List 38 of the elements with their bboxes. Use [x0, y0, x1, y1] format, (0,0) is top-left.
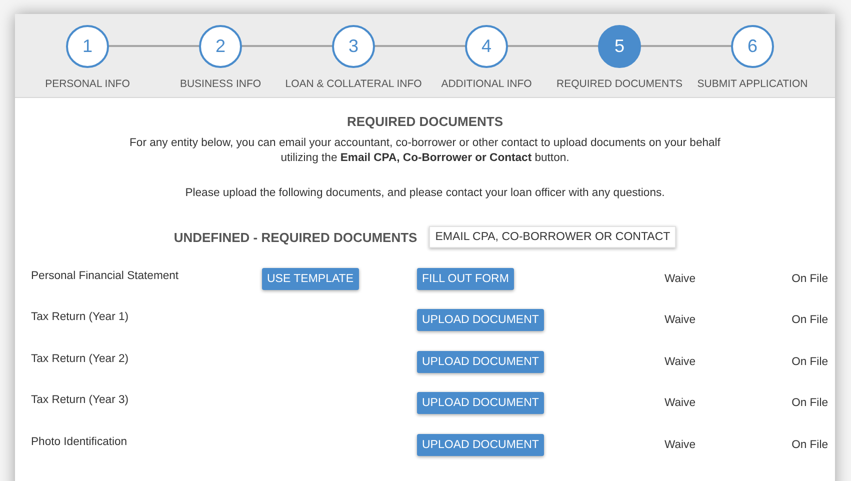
- waive-option[interactable]: Waive: [664, 438, 696, 451]
- section-title: REQUIRED DOCUMENTS: [346, 114, 503, 129]
- step-label: PERSONAL INFO: [45, 78, 130, 90]
- step-circle[interactable]: 1: [66, 25, 109, 68]
- intro-paragraph: For any entity below, you can email your accountant, co-borrower or other contact to upload documents on your behalf utilizing the Email CPA, Co-Borrower or Contact button.: [128, 136, 722, 166]
- step-circle[interactable]: 5: [598, 25, 641, 68]
- waive-option[interactable]: Waive: [664, 356, 696, 368]
- action-button[interactable]: UPLOAD DOCUMENT: [417, 392, 544, 414]
- on-file-option[interactable]: On File: [792, 397, 828, 410]
- document-name: Tax Return (Year 2): [31, 352, 130, 365]
- action-button[interactable]: UPLOAD DOCUMENT: [417, 434, 544, 456]
- step-circle[interactable]: 2: [199, 25, 242, 68]
- on-file-option[interactable]: On File: [792, 356, 828, 368]
- on-file-option[interactable]: On File: [792, 438, 828, 451]
- waive-option[interactable]: Waive: [664, 314, 696, 326]
- document-name: Tax Return (Year 1): [31, 311, 130, 324]
- group-heading: UNDEFINED - REQUIRED DOCUMENTS: [174, 230, 418, 244]
- step-label: ADDITIONAL INFO: [441, 78, 532, 90]
- email-contact-button[interactable]: EMAIL CPA, CO-BORROWER OR CONTACT: [429, 226, 676, 248]
- step-circle[interactable]: 6: [731, 25, 774, 68]
- instruction-text: Please upload the following documents, and please contact your loan officer with any questions.: [185, 187, 665, 199]
- waive-option[interactable]: Waive: [664, 397, 696, 410]
- on-file-option[interactable]: On File: [792, 272, 828, 285]
- step-label: BUSINESS INFO: [180, 78, 262, 90]
- on-file-option[interactable]: On File: [792, 314, 828, 326]
- action-button[interactable]: FILL OUT FORM: [417, 268, 514, 290]
- document-name: Personal Financial Statement: [31, 270, 180, 282]
- waive-option[interactable]: Waive: [664, 272, 696, 285]
- step-label: SUBMIT APPLICATION: [697, 78, 808, 90]
- step-circle[interactable]: 3: [332, 25, 375, 68]
- step-label: LOAN & COLLATERAL INFO: [285, 78, 422, 90]
- action-button[interactable]: UPLOAD DOCUMENT: [417, 309, 544, 332]
- step-circle[interactable]: 4: [465, 25, 508, 68]
- action-button[interactable]: UPLOAD DOCUMENT: [417, 350, 544, 373]
- template-button[interactable]: USE TEMPLATE: [262, 268, 358, 290]
- step-label: REQUIRED DOCUMENTS: [556, 78, 682, 90]
- document-name: Tax Return (Year 3): [31, 394, 130, 406]
- document-name: Photo Identification: [31, 436, 128, 448]
